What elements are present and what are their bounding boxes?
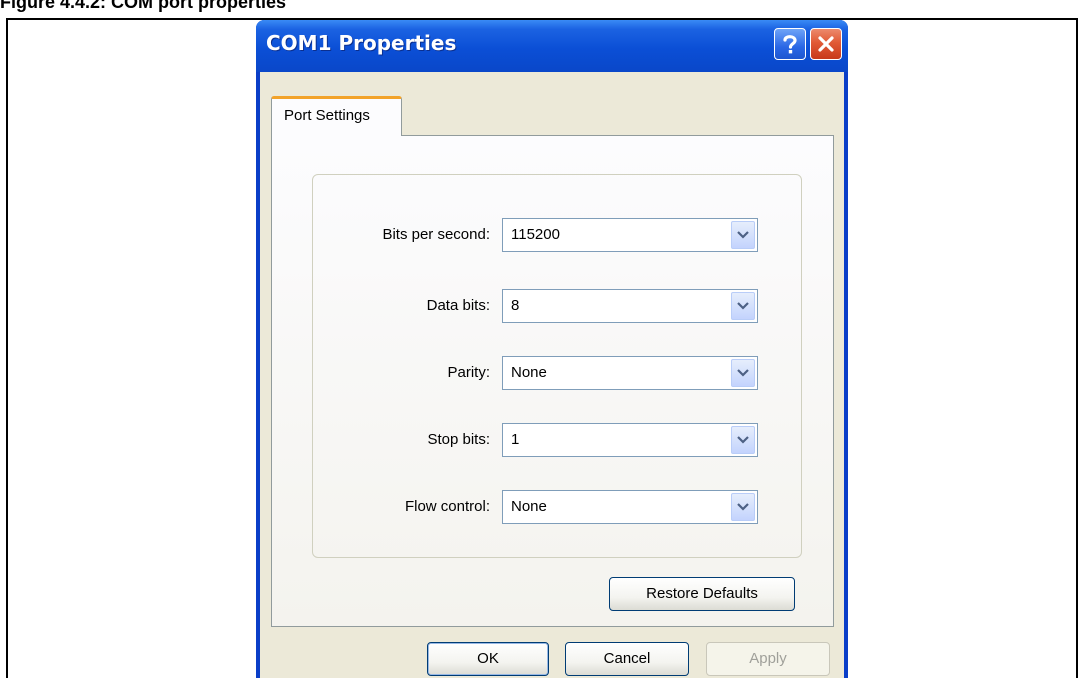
- parity-select[interactable]: None: [502, 356, 758, 390]
- figure-caption-text: Figure 4.4.2: COM port properties: [0, 0, 287, 12]
- close-icon: [818, 36, 834, 52]
- com1-properties-dialog: COM1 Properties Port Settings Bits per s…: [256, 20, 848, 678]
- stop-bits-value: 1: [511, 431, 520, 448]
- parity-dropdown-button[interactable]: [731, 359, 755, 387]
- close-button[interactable]: [810, 28, 842, 60]
- help-button[interactable]: [774, 28, 806, 60]
- cancel-button[interactable]: Cancel: [565, 642, 689, 676]
- data-bits-label: Data bits:: [426, 297, 490, 314]
- chevron-down-icon: [737, 369, 749, 377]
- chevron-down-icon: [737, 436, 749, 444]
- bits-per-second-label: Bits per second:: [382, 226, 490, 243]
- flow-control-dropdown-button[interactable]: [731, 493, 755, 521]
- help-icon: [783, 35, 797, 54]
- stop-bits-dropdown-button[interactable]: [731, 426, 755, 454]
- data-bits-value: 8: [511, 297, 520, 314]
- stop-bits-label: Stop bits:: [427, 431, 490, 448]
- restore-defaults-button[interactable]: Restore Defaults: [609, 577, 795, 611]
- parity-value: None: [511, 364, 547, 381]
- window-title: COM1 Properties: [266, 31, 457, 55]
- stop-bits-select[interactable]: 1: [502, 423, 758, 457]
- ok-button[interactable]: OK: [427, 642, 549, 676]
- flow-control-select[interactable]: None: [502, 490, 758, 524]
- port-settings-page: Bits per second: 115200 Data bits: 8 Par…: [271, 135, 834, 627]
- parity-label: Parity:: [447, 364, 490, 381]
- flow-control-label: Flow control:: [404, 498, 490, 515]
- chevron-down-icon: [737, 231, 749, 239]
- dialog-client-area: Port Settings Bits per second: 115200 Da…: [260, 72, 844, 678]
- chevron-down-icon: [737, 503, 749, 511]
- title-bar[interactable]: COM1 Properties: [256, 20, 848, 72]
- tab-port-settings[interactable]: Port Settings: [271, 96, 402, 136]
- tab-label: Port Settings: [284, 107, 370, 124]
- flow-control-value: None: [511, 498, 547, 515]
- figure-caption: Figure 4.4.2: COM port properties: [0, 0, 1082, 18]
- bits-per-second-value: 115200: [511, 226, 560, 243]
- bits-per-second-dropdown-button[interactable]: [731, 221, 755, 249]
- apply-button[interactable]: Apply: [706, 642, 830, 676]
- chevron-down-icon: [737, 302, 749, 310]
- data-bits-select[interactable]: 8: [502, 289, 758, 323]
- data-bits-dropdown-button[interactable]: [731, 292, 755, 320]
- bits-per-second-select[interactable]: 115200: [502, 218, 758, 252]
- settings-group: Bits per second: 115200 Data bits: 8 Par…: [312, 174, 802, 558]
